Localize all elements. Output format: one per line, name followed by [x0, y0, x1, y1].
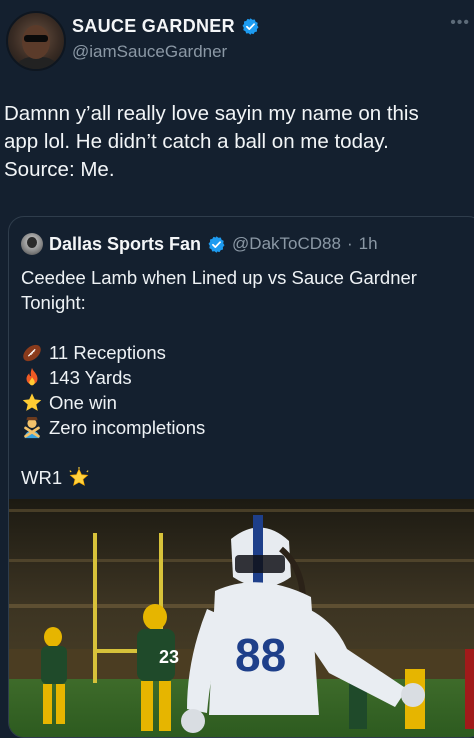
stat-line: One win	[21, 390, 417, 415]
author-name-row[interactable]: SAUCE GARDNER	[72, 16, 260, 37]
verified-badge-icon	[208, 235, 225, 253]
quoted-tweet-photo[interactable]: 23 88	[9, 499, 474, 737]
author-avatar[interactable]	[6, 11, 66, 71]
author-display-name[interactable]: SAUCE GARDNER	[72, 16, 235, 37]
quoted-author-avatar[interactable]	[21, 233, 43, 255]
football-emoji-icon	[23, 344, 41, 361]
stat-line: 143 Yards	[21, 365, 417, 390]
verified-badge-icon	[242, 18, 259, 35]
quoted-tweet-text: Ceedee Lamb when Lined up vs Sauce Gardn…	[21, 265, 417, 490]
quoted-tweet-header: Dallas Sports Fan @DakToCD88 · 1h	[21, 233, 378, 255]
person-gesturing-no-emoji-icon	[24, 416, 40, 438]
fire-emoji-icon	[26, 367, 38, 385]
quoted-tweet-time[interactable]: 1h	[359, 234, 378, 254]
tweet-text-line: Source: Me.	[4, 158, 115, 181]
jersey-number: 88	[235, 629, 286, 681]
quoted-author-handle[interactable]: @DakToCD88	[232, 234, 341, 254]
quoted-text-line: Ceedee Lamb when Lined up vs Sauce Gardn…	[21, 267, 417, 288]
quoted-text-line: Tonight:	[21, 292, 86, 313]
stat-line: Zero incompletions	[21, 415, 417, 440]
stat-text: Zero incompletions	[49, 417, 206, 438]
quoted-tweet-card[interactable]: Dallas Sports Fan @DakToCD88 · 1h Ceedee…	[8, 216, 474, 738]
time-separator: ·	[346, 234, 353, 253]
star-emoji-icon	[22, 392, 42, 411]
tweet-header: SAUCE GARDNER @iamSauceGardner •••	[0, 0, 474, 80]
author-handle[interactable]: @iamSauceGardner	[72, 42, 227, 62]
svg-text:23: 23	[159, 647, 179, 667]
stat-text: 143 Yards	[49, 367, 132, 388]
stat-text: 11 Receptions	[49, 342, 166, 363]
stat-line: 11 Receptions	[21, 340, 417, 365]
more-options-icon[interactable]: •••	[450, 14, 470, 32]
tweet-text: Damnn y’all really love sayin my name on…	[4, 100, 466, 184]
football-game-photo: 23 88	[9, 499, 474, 737]
closing-text: WR1	[21, 467, 63, 488]
stat-text: One win	[49, 392, 117, 413]
glowing-star-icon	[69, 466, 89, 486]
tweet-text-line: app lol. He didn’t catch a ball on me to…	[4, 130, 389, 153]
tweet-text-line: Damnn y’all really love sayin my name on…	[4, 102, 419, 125]
closing-line: WR1	[21, 465, 417, 490]
quoted-author-name[interactable]: Dallas Sports Fan	[49, 234, 201, 255]
